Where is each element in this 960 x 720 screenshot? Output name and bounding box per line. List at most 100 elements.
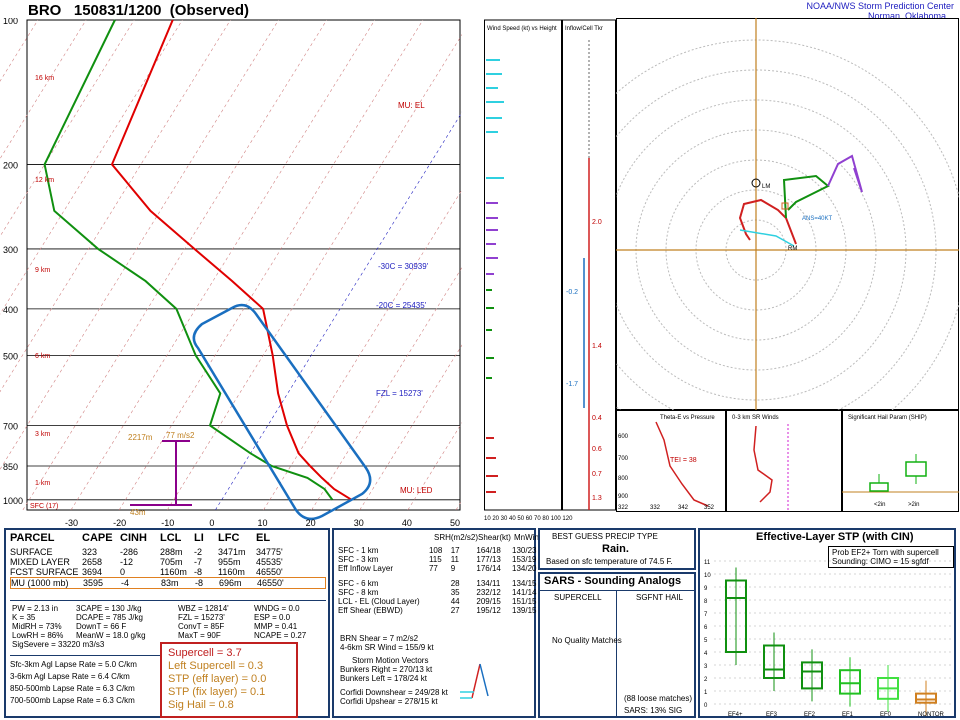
kin-cell: 35 — [450, 588, 460, 597]
sars-sig: SARS: 13% SIG — [624, 706, 683, 715]
ptick-label: 100 — [3, 18, 18, 26]
inflow-l2: 1.4 — [592, 343, 602, 350]
inflow-panel: Inflow/Cell Tkr 2.0 -0.2 1.4 -1.7 0.4 0.… — [562, 19, 616, 511]
kin-cell: 130/23 — [512, 546, 537, 555]
kin-cell: 44 — [450, 597, 460, 606]
ttick-label: 20 — [306, 518, 316, 528]
stp-y-tick: 6 — [704, 625, 708, 631]
theta-y2: 800 — [618, 476, 629, 482]
kin-cell: 11 — [450, 555, 460, 564]
parcel-cell: 83m — [161, 578, 179, 588]
hodo-lm: LM — [762, 184, 770, 190]
theta-x0: 322 — [618, 505, 629, 511]
skewt-diagram: 100 200 300 400 500 700 850 1000 -30 -20 -10 0 10 20… — [0, 18, 462, 528]
ptick-label: 300 — [3, 245, 18, 255]
parcel-cell: FCST SURFACE — [10, 567, 79, 577]
parcel-cell: 288m — [160, 547, 183, 557]
parcel-cell: 2658 — [82, 557, 103, 567]
param-stp-eff: STP (eff layer) = 0.0 — [168, 673, 267, 685]
lapse-line: 850-500mb Lapse Rate = 6.3 C/km — [10, 684, 135, 693]
kin-cell: 77 — [428, 564, 438, 573]
params-col2: 3CAPE = 130 J/kg DCAPE = 785 J/kg DownT = … — [76, 604, 156, 640]
kin-cell: 164/18 — [476, 546, 501, 555]
param-line: MidRH = 73% — [12, 622, 62, 631]
smv-2: Bunkers Left = 178/24 kt — [340, 674, 427, 683]
smv-title: Storm Motion Vectors — [352, 656, 429, 665]
param-line: MMP = 0.41 — [254, 622, 298, 631]
mini-hodo — [460, 663, 489, 699]
params-col3: WBZ = 12814' FZL = 15273' ConvT = 85F MaxT … — [178, 604, 252, 640]
kin-cell: 177/13 — [476, 555, 501, 564]
ttick-label: 0 — [209, 518, 214, 528]
parcel-cell: 955m — [218, 557, 241, 567]
parcel-row: FCST SURFACE 3694 0 1160m -8 1160m 46550' — [10, 567, 326, 577]
kin-row: Eff Shear (EBWD) 27 195/12 139/15 — [338, 606, 536, 615]
theta-x3: 352 — [704, 505, 715, 511]
kin-row: SFC - 6 km 28 134/11 134/15 — [338, 579, 537, 588]
sars-vdivider — [616, 590, 617, 718]
theta-title: Theta-E vs Pressure — [660, 415, 715, 421]
smv-1: Bunkers Right = 270/13 kt — [340, 665, 433, 674]
height-sfc: SFC (17) — [30, 503, 58, 510]
kin-cell: 195/12 — [476, 606, 501, 615]
theta-x2: 342 — [678, 505, 689, 511]
param-stp-fix: STP (fix layer) = 0.1 — [168, 686, 266, 698]
kin-header: SRH(m2/s2) Shear(kt) MnWind — [434, 533, 543, 542]
m20-label: -20C = 25435' — [376, 301, 427, 310]
parcel-cell: 1160m — [218, 567, 245, 577]
param-line: ESP = 0.0 — [254, 613, 291, 622]
kin-cell: 115 — [428, 555, 442, 564]
precip-panel: BEST GUESS PRECIP TYPE Rain. Based on sf… — [538, 528, 696, 570]
parcel-cell: 46550' — [256, 567, 283, 577]
stp-panel: Effective-Layer STP (with CIN) Prob EF2+… — [698, 528, 956, 718]
param-leftsc: Left Supercell = 0.3 — [168, 660, 264, 672]
kin-cell: SFC - 6 km — [338, 579, 379, 588]
mu-led-label: MU: LED — [400, 486, 433, 495]
ttick-label: 50 — [450, 518, 460, 528]
kin-cell: 153/19 — [512, 555, 537, 564]
ttick-label: 30 — [354, 518, 364, 528]
theta-e-panel: Theta-E vs Pressure TEI = 38 600 700 800… — [616, 410, 726, 512]
inflow-l3: -1.7 — [566, 381, 578, 388]
stp-y-tick: 8 — [704, 599, 708, 605]
stp-cat: NONTOR — [918, 712, 945, 718]
ph-1: CAPE — [82, 532, 113, 544]
parcel-cell: 3595 — [83, 578, 104, 588]
params-box: Supercell = 3.7 Left Supercell = 0.3 STP… — [160, 642, 298, 718]
param-line: PW = 2.13 in — [12, 604, 59, 613]
stp-cat: EF2 — [804, 712, 816, 718]
theta-tei: TEI = 38 — [670, 457, 697, 464]
stp-y-tick: 4 — [704, 651, 708, 657]
kin-cell: 141/14 — [512, 588, 537, 597]
ptick-label: 200 — [3, 160, 18, 170]
srw-panel: 0-3 km SR Winds — [726, 410, 842, 512]
kin-cell: 151/15 — [512, 597, 537, 606]
param-line: WNDG = 0.0 — [254, 604, 300, 613]
param-line: MaxT = 90F — [178, 631, 221, 640]
inflow-l6: 0.7 — [592, 471, 602, 478]
parcel-cell: 696m — [219, 578, 242, 588]
sars-col1: SUPERCELL — [554, 593, 602, 602]
kin-cell: 176/14 — [476, 564, 501, 573]
kin-cell: Eff Shear (EBWD) — [338, 606, 403, 615]
parcel-cell: -8 — [195, 578, 204, 588]
stp-cat: EF1 — [842, 712, 854, 718]
sars-title: SARS - Sounding Analogs — [544, 575, 682, 587]
kin-row: SFC - 3 km 115 11 177/13 153/19 — [338, 555, 537, 564]
kin-cell: SFC - 8 km — [338, 588, 379, 597]
ttick-label: -30 — [65, 518, 78, 528]
kin-cell: LCL - EL (Cloud Layer) — [338, 597, 420, 606]
kin-row: SFC - 8 km 35 232/12 141/14 — [338, 588, 537, 597]
kin-cell: 209/15 — [476, 597, 501, 606]
pressure-tick-labels: 100 200 300 400 500 700 850 1000 — [3, 18, 23, 506]
inflow-l5: 0.6 — [592, 446, 602, 453]
stp-y-tick: 9 — [704, 586, 708, 592]
ptick-label: 1000 — [3, 496, 23, 506]
srw-title: 0-3 km SR Winds — [732, 415, 779, 421]
kin-cell: 134/20 — [512, 564, 537, 573]
ptick-label: 400 — [3, 305, 18, 315]
sars-panel: SARS - Sounding Analogs SUPERCELL SGFNT … — [538, 572, 696, 718]
kin-cell: 134/15 — [512, 579, 537, 588]
precip-title: BEST GUESS PRECIP TYPE — [552, 532, 658, 541]
kin-cell: 27 — [450, 606, 460, 615]
